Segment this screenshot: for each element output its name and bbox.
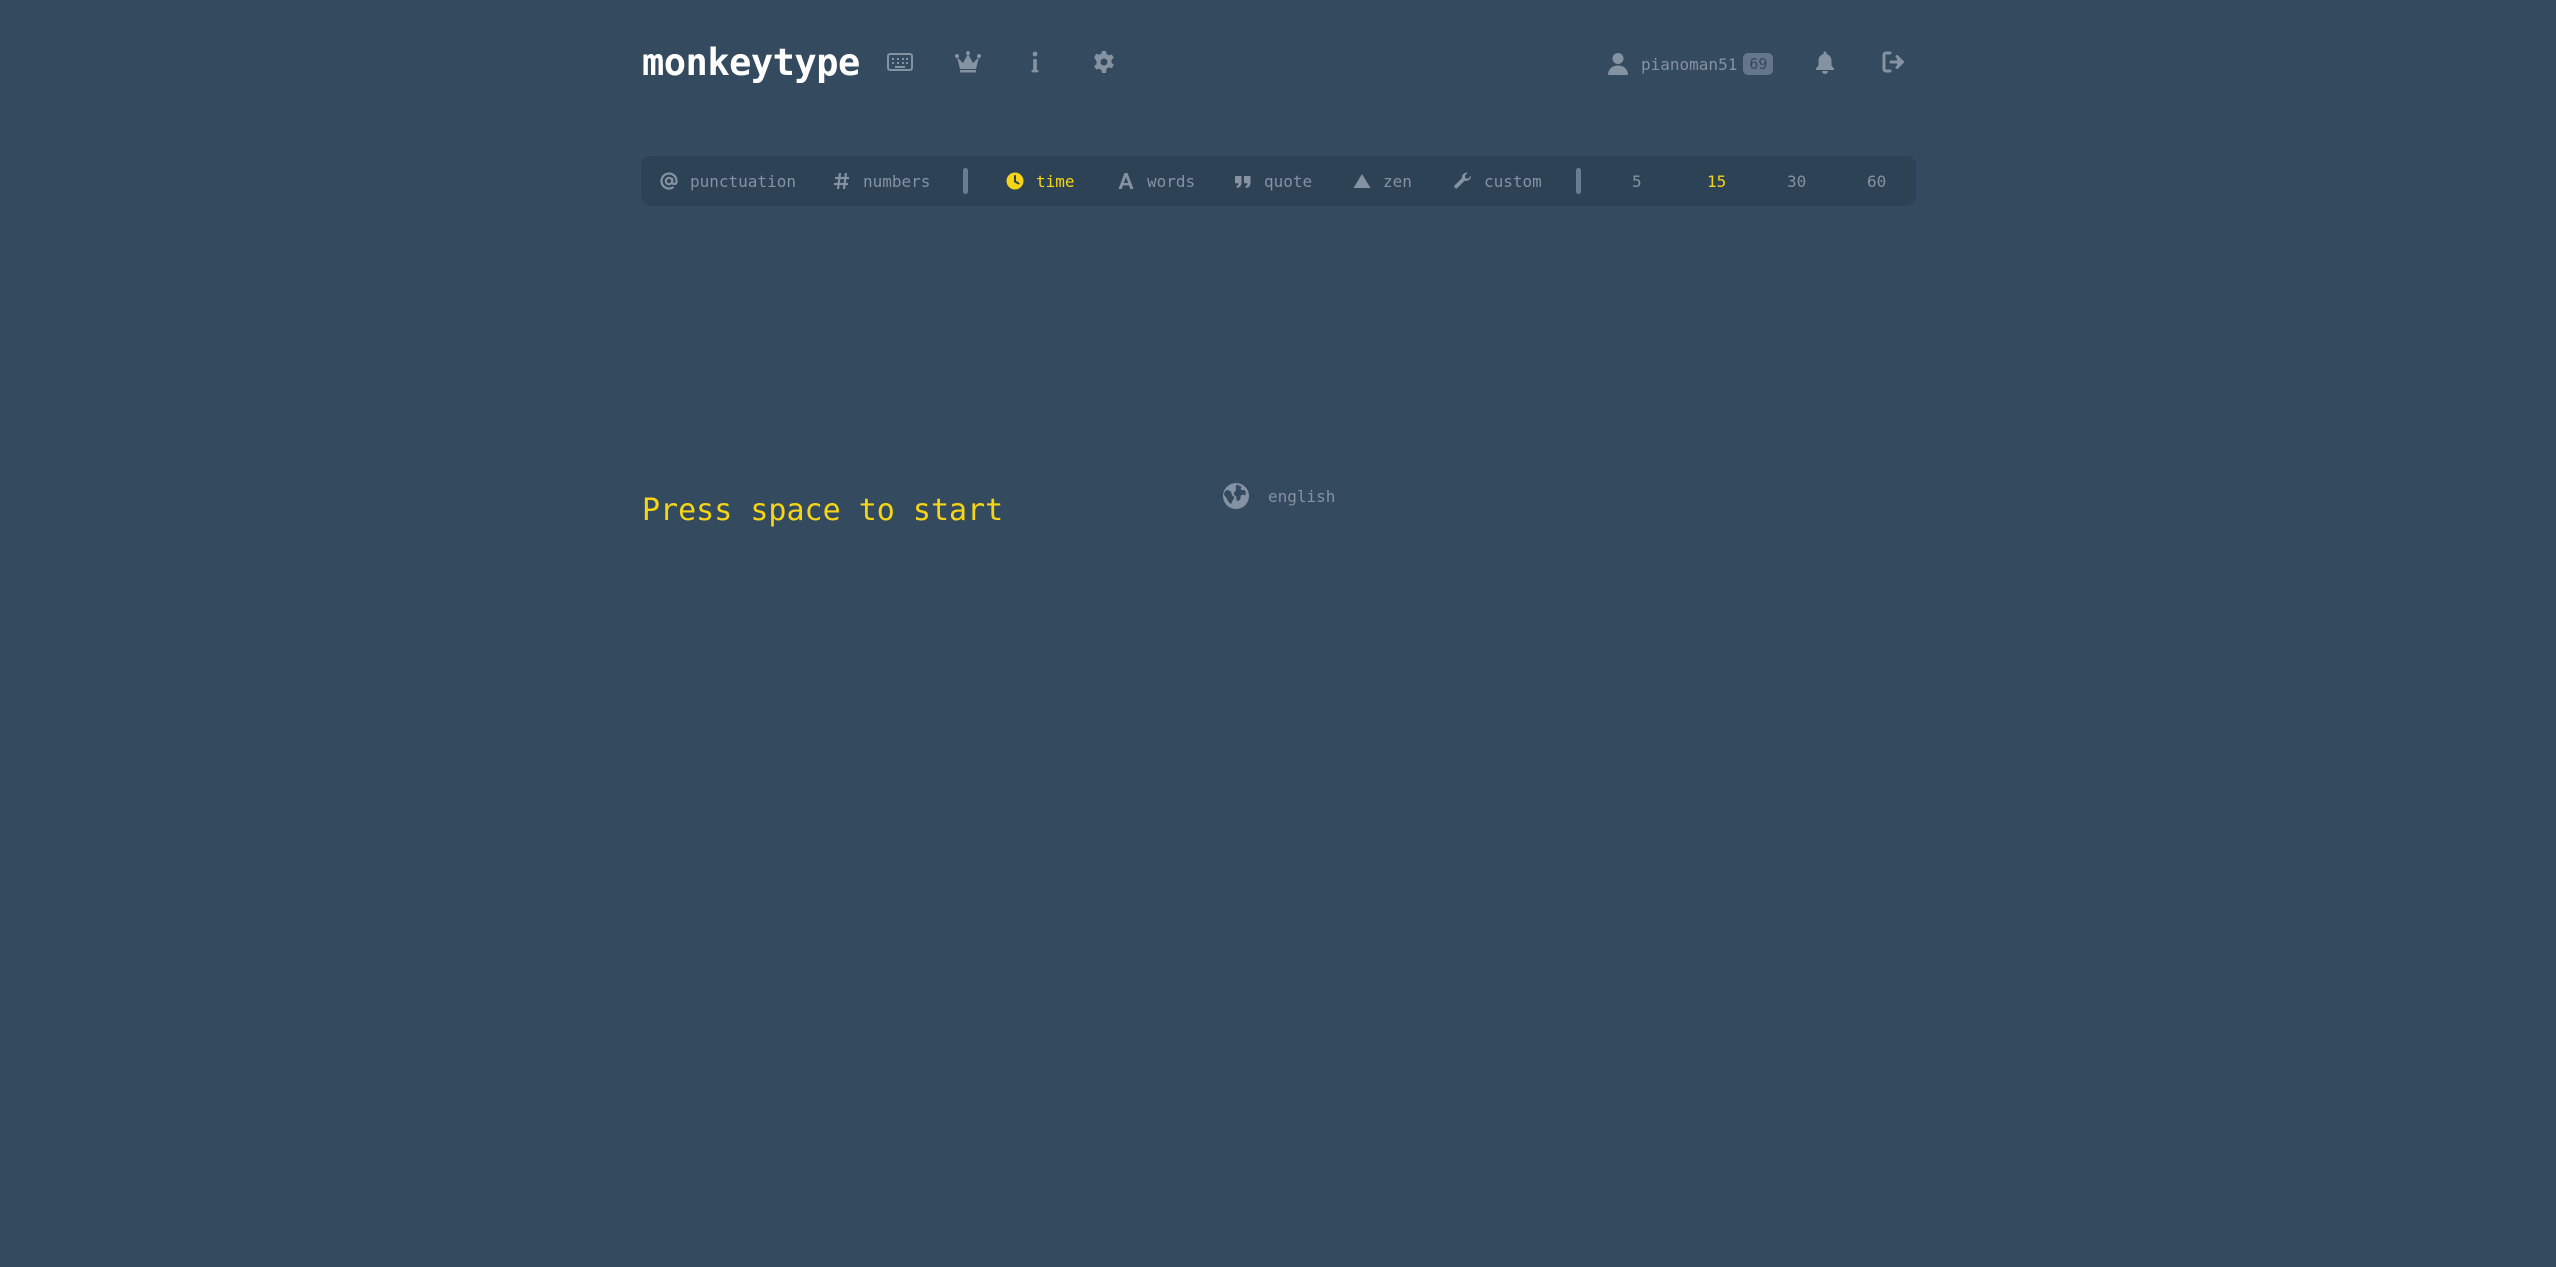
- keyboard-icon[interactable]: [887, 49, 913, 75]
- quote-icon: [1234, 172, 1252, 190]
- info-icon[interactable]: [1027, 49, 1043, 75]
- mode-custom-label: custom: [1484, 171, 1542, 191]
- wrench-icon: [1454, 172, 1472, 190]
- language-label: english: [1268, 486, 1336, 506]
- crown-icon[interactable]: [955, 49, 981, 75]
- mountain-icon: [1353, 172, 1371, 190]
- mode-quote-label: quote: [1264, 171, 1313, 191]
- punctuation-label: punctuation: [690, 171, 796, 191]
- user-icon: [1607, 52, 1629, 76]
- logo[interactable]: monkeytype: [642, 44, 860, 81]
- bell-icon[interactable]: [1814, 50, 1836, 74]
- font-icon: [1117, 172, 1135, 190]
- mode-quote[interactable]: quote: [1234, 156, 1312, 206]
- start-prompt[interactable]: Press space to start: [642, 496, 1003, 526]
- mode-time-label: time: [1036, 171, 1075, 191]
- duration-label: 30: [1787, 171, 1807, 191]
- divider: [963, 168, 968, 194]
- header: monkeytype pianoman51 69: [642, 36, 1916, 98]
- test-config-bar: punctuation numbers time words quote zen…: [641, 156, 1916, 206]
- clock-icon: [1006, 172, 1024, 190]
- logout-icon[interactable]: [1882, 51, 1904, 73]
- duration-label: 15: [1707, 171, 1727, 191]
- username: pianoman51: [1641, 54, 1738, 74]
- duration-option[interactable]: 15: [1707, 156, 1726, 206]
- duration-label: 60: [1867, 171, 1887, 191]
- divider: [1576, 168, 1581, 194]
- language-button[interactable]: english: [1222, 482, 1335, 510]
- level-badge: 69: [1743, 52, 1774, 76]
- duration-option[interactable]: 5: [1632, 156, 1642, 206]
- numbers-toggle[interactable]: numbers: [833, 156, 930, 206]
- globe-icon: [1222, 482, 1250, 510]
- numbers-label: numbers: [863, 171, 931, 191]
- mode-zen-label: zen: [1383, 171, 1412, 191]
- duration-label: 5: [1632, 171, 1642, 191]
- hash-icon: [833, 172, 851, 190]
- gear-icon[interactable]: [1092, 50, 1116, 74]
- duration-option[interactable]: 30: [1787, 156, 1806, 206]
- page: monkeytype pianoman51 69 punctuation num…: [0, 0, 2556, 1267]
- mode-zen[interactable]: zen: [1353, 156, 1412, 206]
- mode-words[interactable]: words: [1117, 156, 1195, 206]
- at-icon: [660, 172, 678, 190]
- punctuation-toggle[interactable]: punctuation: [660, 156, 796, 206]
- mode-words-label: words: [1147, 171, 1196, 191]
- account-button[interactable]: pianoman51 69: [1607, 49, 1774, 79]
- mode-time[interactable]: time: [1006, 156, 1075, 206]
- mode-custom[interactable]: custom: [1454, 156, 1542, 206]
- duration-option[interactable]: 60: [1867, 156, 1886, 206]
